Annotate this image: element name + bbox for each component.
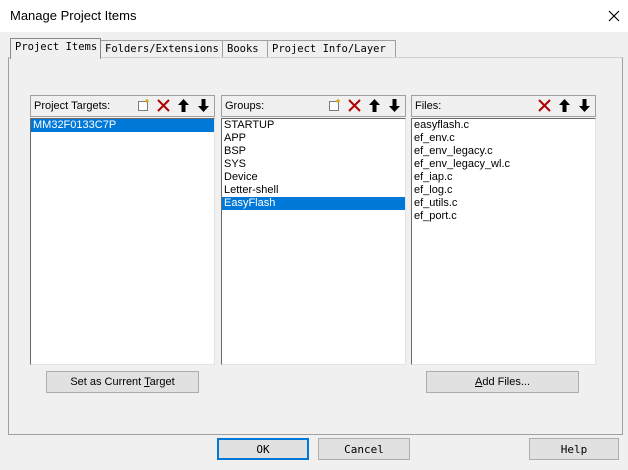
move-down-file-button[interactable] bbox=[576, 97, 593, 114]
delete-file-button[interactable] bbox=[536, 97, 553, 114]
move-up-icon bbox=[559, 99, 570, 112]
cancel-button[interactable]: Cancel bbox=[318, 438, 410, 460]
delete-icon bbox=[538, 99, 551, 112]
list-item[interactable]: ef_env_legacy.c bbox=[412, 145, 595, 158]
tab-label: Books bbox=[227, 43, 259, 55]
groups-header: Groups: bbox=[221, 95, 406, 117]
delete-group-button[interactable] bbox=[346, 97, 363, 114]
list-item[interactable]: APP bbox=[222, 132, 405, 145]
project-targets-group: Project Targets: MM32F0133C7P bbox=[30, 95, 215, 365]
new-icon bbox=[138, 99, 149, 111]
move-down-icon bbox=[198, 99, 209, 112]
list-item[interactable]: SYS bbox=[222, 158, 405, 171]
move-up-target-button[interactable] bbox=[175, 97, 192, 114]
delete-icon bbox=[157, 99, 170, 112]
list-item[interactable]: Device bbox=[222, 171, 405, 184]
new-target-button[interactable] bbox=[135, 97, 152, 114]
groups-group: Groups: STARTUP APP BSP SYS Device Lette… bbox=[221, 95, 406, 365]
move-up-file-button[interactable] bbox=[556, 97, 573, 114]
ok-button[interactable]: OK bbox=[217, 438, 309, 460]
project-targets-label: Project Targets: bbox=[34, 100, 111, 112]
list-item[interactable]: MM32F0133C7P bbox=[31, 119, 214, 132]
tab-project-items[interactable]: Project Items bbox=[10, 38, 101, 59]
move-down-group-button[interactable] bbox=[386, 97, 403, 114]
list-item[interactable]: EasyFlash bbox=[222, 197, 405, 210]
tab-label: Folders/Extensions bbox=[105, 43, 219, 55]
delete-target-button[interactable] bbox=[155, 97, 172, 114]
project-targets-header: Project Targets: bbox=[30, 95, 215, 117]
set-current-target-button[interactable]: Set as Current Target bbox=[46, 371, 199, 393]
new-icon bbox=[329, 99, 340, 111]
list-item[interactable]: ef_port.c bbox=[412, 210, 595, 223]
tab-label: Project Info/Layer bbox=[272, 43, 386, 55]
move-down-icon bbox=[579, 99, 590, 112]
list-item[interactable]: Letter-shell bbox=[222, 184, 405, 197]
tab-label: Project Items bbox=[15, 41, 98, 53]
help-button[interactable]: Help bbox=[529, 438, 619, 460]
button-label: OK bbox=[256, 442, 270, 456]
title-bar: Manage Project Items bbox=[0, 0, 628, 32]
list-item[interactable]: ef_env.c bbox=[412, 132, 595, 145]
move-up-icon bbox=[178, 99, 189, 112]
groups-label: Groups: bbox=[225, 100, 265, 112]
move-up-icon bbox=[369, 99, 380, 112]
new-group-button[interactable] bbox=[326, 97, 343, 114]
files-label: Files: bbox=[415, 100, 442, 112]
move-up-group-button[interactable] bbox=[366, 97, 383, 114]
add-files-button[interactable]: Add Files... bbox=[426, 371, 579, 393]
list-item[interactable]: ef_utils.c bbox=[412, 197, 595, 210]
button-label: Cancel bbox=[344, 442, 384, 456]
delete-icon bbox=[348, 99, 361, 112]
files-header: Files: bbox=[411, 95, 596, 117]
close-button[interactable] bbox=[600, 0, 628, 32]
files-group: Files: easyflash.c ef_env.c ef_env_legac… bbox=[411, 95, 596, 365]
tab-project-info-layer[interactable]: Project Info/Layer bbox=[267, 40, 396, 57]
button-label: Set as Current Target bbox=[70, 376, 175, 388]
tab-folders-extensions[interactable]: Folders/Extensions bbox=[100, 40, 224, 57]
close-icon bbox=[608, 10, 620, 22]
move-down-icon bbox=[389, 99, 400, 112]
window-title: Manage Project Items bbox=[10, 8, 137, 23]
list-item[interactable]: easyflash.c bbox=[412, 119, 595, 132]
list-item[interactable]: ef_iap.c bbox=[412, 171, 595, 184]
list-item[interactable]: ef_env_legacy_wl.c bbox=[412, 158, 595, 171]
list-item[interactable]: BSP bbox=[222, 145, 405, 158]
button-label: Add Files... bbox=[474, 376, 531, 388]
list-item[interactable]: STARTUP bbox=[222, 119, 405, 132]
groups-list[interactable]: STARTUP APP BSP SYS Device Letter-shell … bbox=[221, 118, 406, 365]
button-label: Help bbox=[560, 442, 588, 456]
project-targets-list[interactable]: MM32F0133C7P bbox=[30, 118, 215, 365]
move-down-target-button[interactable] bbox=[195, 97, 212, 114]
list-item[interactable]: ef_log.c bbox=[412, 184, 595, 197]
files-list[interactable]: easyflash.c ef_env.c ef_env_legacy.c ef_… bbox=[411, 118, 596, 365]
